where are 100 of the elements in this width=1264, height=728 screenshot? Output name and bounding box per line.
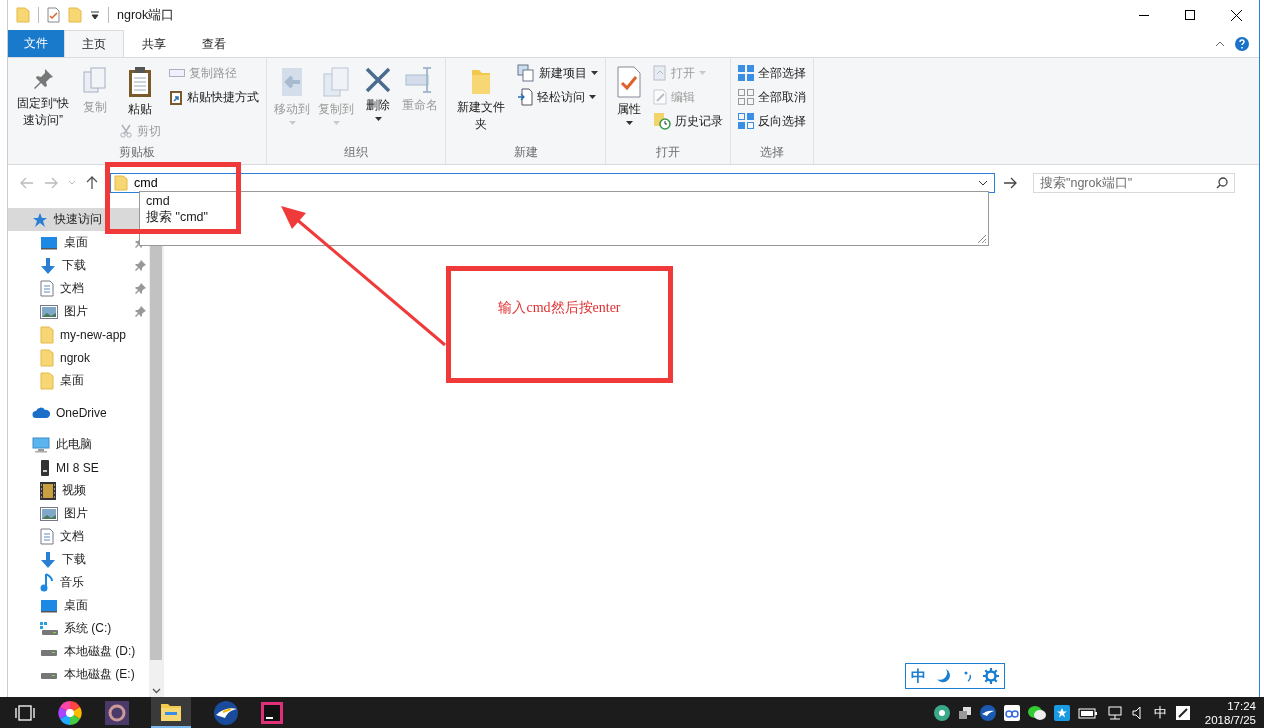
nav-item[interactable]: my-new-app <box>8 323 149 346</box>
clipboard-icon <box>127 66 153 98</box>
input-mode-toggle[interactable]: 中 <box>911 666 927 686</box>
address-input[interactable]: cmd <box>134 175 972 190</box>
nav-item[interactable]: 图片 <box>8 502 149 525</box>
ribbon-button[interactable]: 固定到“快速访问” <box>12 62 74 129</box>
nav-item[interactable]: 下载 <box>8 548 149 571</box>
cloud-app-icon[interactable] <box>1003 704 1020 721</box>
windows-stack-icon[interactable] <box>957 705 972 720</box>
properties-icon <box>616 66 642 98</box>
suggestion-item[interactable]: cmd <box>140 193 988 209</box>
window-title: ngrok端口 <box>117 6 175 24</box>
ribbon-button[interactable]: 删除 <box>359 62 397 121</box>
nav-item[interactable]: 桌面 <box>8 594 149 617</box>
clock-date[interactable]: 2018/7/25 <box>1204 712 1256 727</box>
ribbon-button[interactable]: 新建项目 <box>514 62 601 84</box>
nav-item[interactable]: 文档 <box>8 525 149 548</box>
go-arrow-icon[interactable] <box>1003 176 1017 189</box>
document-icon <box>40 280 54 297</box>
ribbon-button[interactable]: 粘贴快捷方式 <box>166 86 262 108</box>
scroll-down-icon[interactable] <box>151 688 161 694</box>
gear-icon[interactable] <box>982 668 999 684</box>
star-app-icon[interactable] <box>1053 704 1070 721</box>
nav-item[interactable]: OneDrive <box>8 401 149 424</box>
edit-icon <box>653 89 667 105</box>
film-icon <box>40 481 56 500</box>
network-icon[interactable] <box>1105 705 1124 720</box>
ribbon-button[interactable]: 轻松访问 <box>514 86 601 108</box>
ribbon-button[interactable]: 全部选择 <box>735 62 809 84</box>
chevron-icon[interactable] <box>1215 39 1225 48</box>
nav-item[interactable]: MI 8 SE <box>8 456 149 479</box>
battery-icon[interactable] <box>1077 706 1098 719</box>
nav-item[interactable]: 视频 <box>8 479 149 502</box>
punctuation-icon[interactable] <box>962 670 973 682</box>
color-wheel-icon[interactable] <box>57 699 83 726</box>
group-label: 剪贴板 <box>118 144 156 161</box>
search-field[interactable]: 搜索"ngrok端口" <box>1033 172 1235 193</box>
resize-grip-icon[interactable] <box>975 232 987 244</box>
nav-item[interactable]: 桌面 <box>8 369 149 392</box>
app-icon[interactable] <box>261 701 283 724</box>
search-icon <box>1216 176 1228 189</box>
chevron-down-icon[interactable] <box>978 179 988 186</box>
shortcut-clipboard-icon <box>169 89 183 105</box>
ribbon-button[interactable]: 新建文件夹 <box>450 62 512 133</box>
nav-item[interactable]: 本地磁盘 (D:) <box>8 640 149 663</box>
folder-icon <box>40 371 54 390</box>
ribbon-button[interactable]: 全部取消 <box>735 86 809 108</box>
select-none-icon <box>738 89 754 105</box>
maximize-icon <box>1185 10 1195 20</box>
phone-icon <box>40 458 50 477</box>
search-input[interactable]: 搜索"ngrok端口" <box>1040 175 1216 190</box>
folder-icon <box>40 348 54 367</box>
nav-item[interactable]: 文档 <box>8 277 149 300</box>
moon-icon[interactable] <box>936 668 953 684</box>
invert-selection-icon <box>738 113 754 129</box>
down-arrow-icon <box>40 256 56 275</box>
document-icon <box>40 528 54 545</box>
documents-icon <box>82 66 108 96</box>
up-arrow-icon[interactable] <box>86 175 98 190</box>
file-tab[interactable]: 文件 <box>8 30 64 57</box>
caret-icon <box>699 71 706 75</box>
chat-icon[interactable] <box>1027 704 1046 721</box>
properties-icon[interactable] <box>47 7 60 23</box>
scissors-icon <box>119 124 133 138</box>
annotation-text: 输入cmd然后按enter <box>498 299 621 317</box>
group-label: 打开 <box>655 144 681 161</box>
eye-icon[interactable] <box>933 704 950 721</box>
notification-icon[interactable] <box>1174 704 1191 721</box>
folder-icon[interactable] <box>160 701 182 722</box>
ribbon-button[interactable]: 属性 <box>610 62 648 125</box>
system-drive-icon <box>40 621 58 636</box>
caret-icon <box>589 95 596 99</box>
cloud-icon <box>32 406 50 419</box>
group-label: 选择 <box>759 144 785 161</box>
nav-item[interactable]: 此电脑 <box>8 433 149 456</box>
input-indicator[interactable]: 中 <box>1153 703 1167 722</box>
app-icon[interactable] <box>105 700 129 725</box>
nav-item[interactable]: 音乐 <box>8 571 149 594</box>
nav-item[interactable]: 本地磁盘 (E:) <box>8 663 149 686</box>
nav-item[interactable]: 图片 <box>8 300 149 323</box>
clock-time[interactable]: 17:24 <box>1227 698 1256 713</box>
group-label: 组织 <box>343 144 369 161</box>
ribbon-button[interactable]: 粘贴 <box>116 62 164 118</box>
bird-icon[interactable] <box>213 699 239 726</box>
ribbon-tab[interactable]: 查看 <box>184 30 244 57</box>
caret-icon <box>625 121 633 125</box>
select-all-icon <box>738 65 754 81</box>
nav-item[interactable]: ngrok <box>8 346 149 369</box>
nav-item[interactable]: 桌面 <box>8 231 149 254</box>
ribbon-tab[interactable]: 主页 <box>64 30 124 57</box>
nav-item[interactable]: 下载 <box>8 254 149 277</box>
easy-access-icon <box>517 88 533 106</box>
task-view-icon[interactable] <box>15 704 35 721</box>
ribbon-button[interactable]: 反向选择 <box>735 110 809 132</box>
nav-item[interactable]: 系统 (C:) <box>8 617 149 640</box>
caret-icon[interactable] <box>90 10 100 20</box>
bird-icon[interactable] <box>979 704 996 721</box>
help-icon[interactable] <box>1235 36 1249 51</box>
ribbon-button[interactable]: 历史记录 <box>650 110 726 132</box>
ribbon-tab[interactable]: 共享 <box>124 30 184 57</box>
